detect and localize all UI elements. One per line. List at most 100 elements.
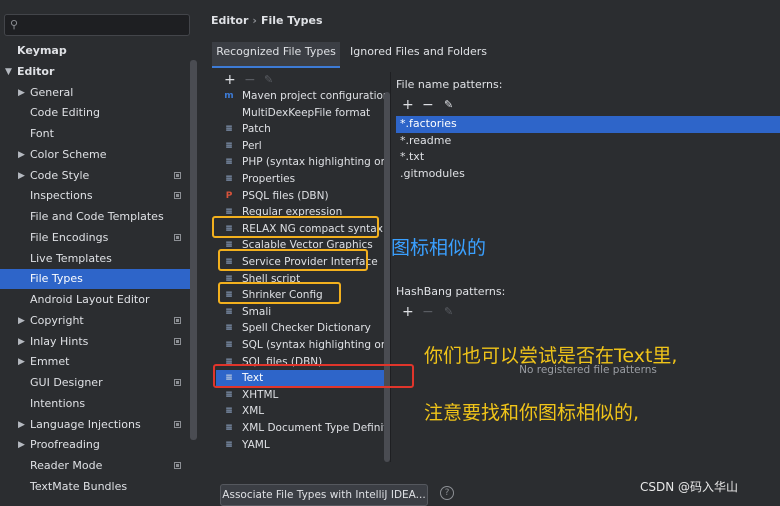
sidebar-item-label: Language Injections [30, 417, 141, 431]
sidebar-item[interactable]: ▶ Copyright [0, 311, 190, 331]
sidebar-item[interactable]: ▶ Language Injections [0, 415, 190, 435]
chevron-down-icon[interactable]: ▼ [5, 62, 12, 82]
settings-search-input[interactable]: ⚲ [4, 14, 190, 36]
chevron-right-icon[interactable]: ▶ [18, 311, 25, 331]
help-icon[interactable]: ? [440, 486, 454, 500]
file-type-icon: ≡ [225, 323, 233, 334]
add-hashbang-button[interactable]: + [402, 304, 414, 320]
file-type-item[interactable]: ≡ Perl [216, 138, 386, 155]
tab-ignored-files[interactable]: Ignored Files and Folders [350, 42, 487, 66]
add-pattern-button[interactable]: + [402, 97, 414, 113]
remove-file-type-button[interactable]: − [244, 72, 256, 88]
chevron-right-icon[interactable]: ▶ [18, 415, 25, 435]
file-type-item[interactable]: P PSQL files (DBN) [216, 188, 386, 205]
tab-recognized-file-types[interactable]: Recognized File Types [212, 42, 340, 68]
file-type-item[interactable]: ≡ PHP (syntax highlighting only) [216, 154, 386, 171]
sidebar-item-label: TextMate Bundles [30, 479, 128, 493]
sidebar-item[interactable]: ▶ General [0, 83, 190, 103]
sidebar-item[interactable]: ▶ Code Style [0, 166, 190, 186]
sidebar-item[interactable]: TextMate Bundles [0, 477, 190, 497]
sidebar-item[interactable]: File Encodings [0, 228, 190, 248]
sidebar-item[interactable]: Reader Mode [0, 456, 190, 476]
file-type-item[interactable]: m Maven project configuration [216, 88, 386, 105]
edit-pattern-button[interactable]: ✎ [444, 97, 453, 113]
pattern-item[interactable]: *.factories [396, 116, 780, 133]
project-scope-icon [174, 316, 181, 324]
annotation-find-similar: 注意要找和你图标相似的, [424, 402, 640, 424]
file-type-label: MultiDexKeepFile format [242, 106, 371, 119]
search-icon: ⚲ [10, 18, 19, 31]
chevron-right-icon[interactable]: ▶ [18, 332, 25, 352]
file-type-item[interactable]: ≡ XHTML [216, 387, 386, 404]
sidebar-item-label: Copyright [30, 313, 84, 327]
project-scope-icon [174, 337, 181, 345]
chevron-right-icon[interactable]: ▶ [18, 145, 25, 165]
associate-file-types-button[interactable]: Associate File Types with IntelliJ IDEA.… [220, 484, 428, 506]
file-type-label: PSQL files (DBN) [242, 189, 329, 202]
file-type-label: XML Document Type Definition [242, 422, 386, 434]
file-type-icon: ≡ [225, 340, 233, 350]
file-type-item[interactable]: ≡ YAML [216, 437, 386, 454]
file-type-icon: ≡ [225, 306, 233, 317]
file-type-item[interactable]: ≡ SQL (syntax highlighting only) [216, 337, 386, 354]
file-type-item[interactable]: ≡ Patch [216, 121, 386, 138]
file-type-label: Perl [242, 139, 262, 152]
sidebar-item-label: File Encodings [30, 230, 109, 244]
edit-hashbang-button[interactable]: ✎ [444, 304, 453, 320]
chevron-right-icon[interactable]: ▶ [18, 166, 25, 186]
sidebar-item[interactable]: Live Templates [0, 249, 190, 269]
edit-file-type-button[interactable]: ✎ [264, 72, 273, 88]
sidebar-item[interactable]: ▶ Inlay Hints [0, 332, 190, 352]
sidebar-item[interactable]: Code Editing [0, 103, 190, 123]
watermark: CSDN @码入华山 [640, 480, 739, 494]
file-type-item[interactable]: ≡ XML [216, 403, 386, 420]
project-scope-icon [174, 379, 181, 386]
file-type-item[interactable]: ≡ Spell Checker Dictionary [216, 320, 386, 337]
pattern-item[interactable]: *.txt [396, 149, 780, 166]
sidebar-item[interactable]: Intentions [0, 394, 190, 414]
file-type-icon: ≡ [225, 406, 233, 417]
file-type-item[interactable]: ≡ Properties [216, 171, 386, 188]
project-scope-icon [174, 192, 181, 200]
pattern-item[interactable]: *.readme [396, 133, 780, 150]
file-type-icon: P [225, 190, 233, 201]
chevron-right-icon[interactable]: ▶ [18, 83, 25, 103]
file-type-item[interactable]: MultiDexKeepFile format [216, 105, 386, 122]
annotation-try-text: 你们也可以尝试是否在Text里, [424, 345, 678, 367]
sidebar-item[interactable]: ▼ Editor [0, 62, 190, 82]
file-type-item[interactable]: ≡ XML Document Type Definition [216, 420, 386, 437]
breadcrumb-editor[interactable]: Editor [211, 14, 248, 27]
sidebar-item[interactable]: Inspections [0, 186, 190, 206]
file-type-label: Maven project configuration [242, 90, 386, 102]
sidebar-item[interactable]: GUI Designer [0, 373, 190, 393]
remove-pattern-button[interactable]: − [422, 97, 434, 113]
sidebar-item[interactable]: File and Code Templates [0, 207, 190, 227]
sidebar-item[interactable]: ▶ Proofreading [0, 435, 190, 455]
remove-hashbang-button[interactable]: − [422, 304, 434, 320]
file-types-list: m Maven project configuration MultiDexKeep… [216, 88, 386, 464]
file-type-item[interactable]: ≡ Smali [216, 304, 386, 321]
highlight-service-provider [218, 249, 368, 271]
pattern-item[interactable]: .gitmodules [396, 166, 780, 183]
highlight-relax-ng [212, 216, 379, 238]
file-type-label: PHP (syntax highlighting only) [242, 156, 386, 169]
sidebar-item[interactable]: ▶ Emmet [0, 352, 190, 372]
breadcrumb: Editor › File Types [211, 14, 323, 27]
chevron-right-icon[interactable]: ▶ [18, 352, 25, 372]
sidebar-item-label: Editor [17, 64, 55, 78]
add-file-type-button[interactable]: + [224, 72, 236, 88]
sidebar-item[interactable]: File Types [0, 269, 190, 290]
file-name-patterns-title: File name patterns: [396, 78, 503, 91]
sidebar-item[interactable]: Keymap [0, 41, 190, 61]
chevron-right-icon[interactable]: ▶ [18, 435, 25, 455]
sidebar-item[interactable]: Android Layout Editor [0, 290, 190, 310]
sidebar-scrollbar[interactable] [190, 60, 197, 440]
file-type-icon: ≡ [225, 174, 233, 184]
sidebar-item[interactable]: ▶ Color Scheme [0, 145, 190, 165]
sidebar-item-label: File Types [30, 272, 83, 286]
sidebar-item[interactable]: Font [0, 124, 190, 144]
sidebar-item-label: General [30, 85, 74, 99]
file-type-icon: ≡ [225, 124, 233, 135]
sidebar-item-label: Color Scheme [30, 147, 107, 161]
sidebar-item-label: GUI Designer [30, 376, 103, 389]
